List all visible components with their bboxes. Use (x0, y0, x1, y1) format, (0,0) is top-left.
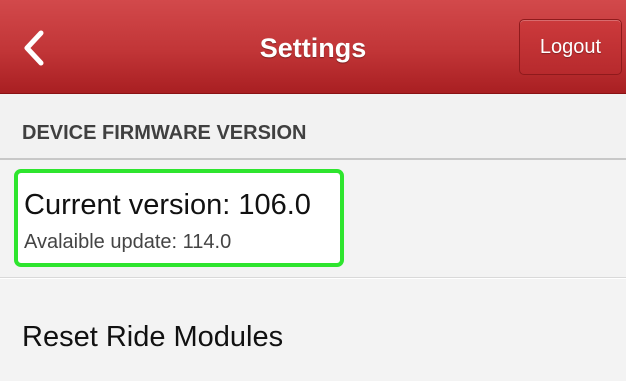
app-header: Settings Logout (0, 0, 626, 94)
section-header-label: DEVICE FIRMWARE VERSION (22, 122, 307, 144)
available-update-label: Avalaible update: 114.0 (24, 231, 232, 253)
section-header: DEVICE FIRMWARE VERSION (0, 94, 626, 160)
chevron-left-icon (24, 30, 44, 66)
reset-ride-modules-label: Reset Ride Modules (22, 321, 284, 353)
current-version-label: Current version: 106.0 (24, 189, 311, 221)
logout-button[interactable]: Logout (519, 19, 622, 75)
reset-ride-modules-item[interactable]: Reset Ride Modules (0, 279, 626, 381)
back-button[interactable] (16, 26, 52, 70)
